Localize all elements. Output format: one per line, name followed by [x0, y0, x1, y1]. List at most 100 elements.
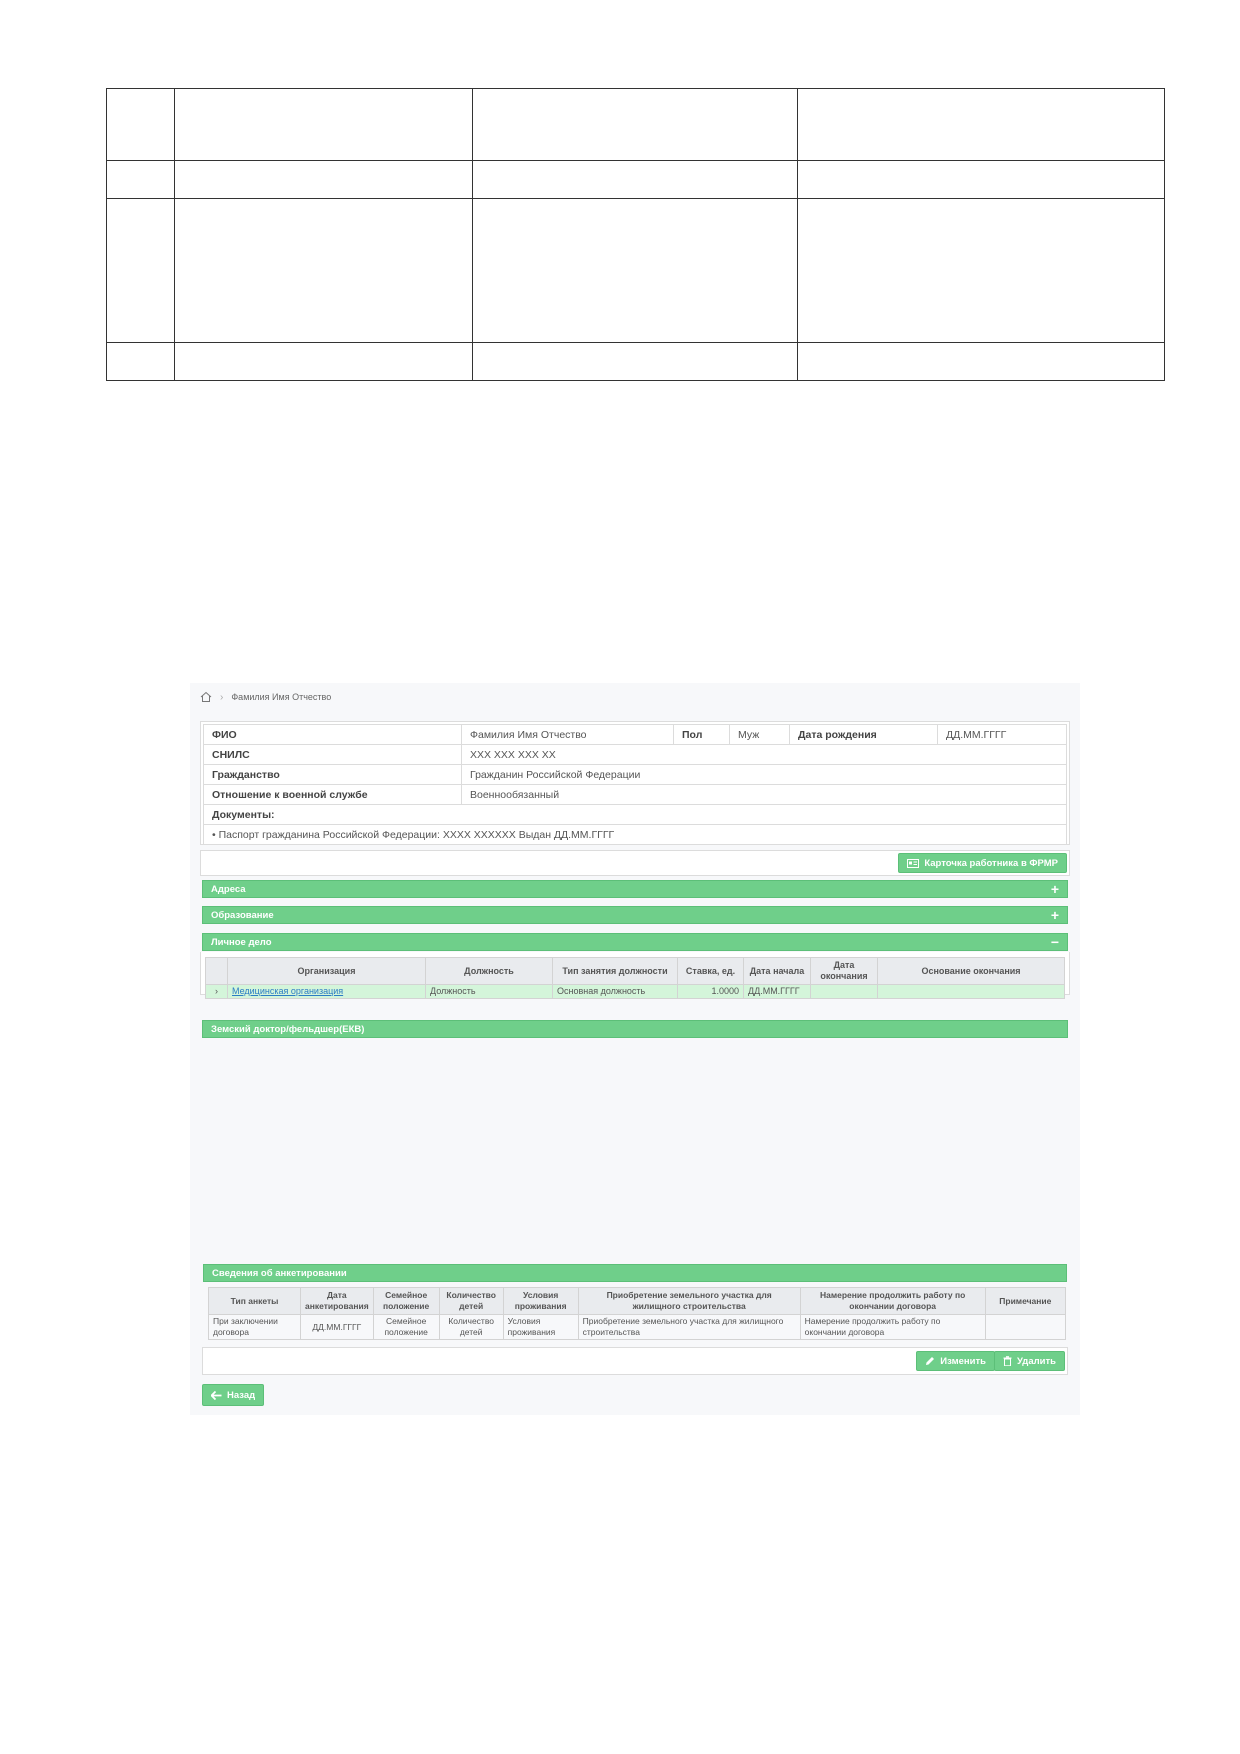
cell: Условия проживания — [502, 1314, 579, 1340]
trash-icon — [1003, 1356, 1012, 1366]
cell — [984, 1314, 1067, 1340]
table-row[interactable]: › Медицинская организация Должность Осно… — [205, 984, 1065, 999]
personal-file-panel: Организация Должность Тип занятия должно… — [200, 952, 1070, 999]
detail-label: Сумма договора — [203, 1220, 424, 1241]
snils-label: СНИЛС — [203, 744, 462, 765]
col-header: Ставка, ед. — [677, 957, 744, 985]
section-address[interactable]: Адреса + — [202, 880, 1068, 898]
cell: Намерение продолжить работу по окончании… — [799, 1314, 986, 1340]
pencil-icon — [926, 1357, 935, 1365]
fio-value: Фамилия Имя Отчество — [461, 724, 674, 745]
edit-button[interactable]: Изменить — [916, 1351, 995, 1371]
person-info-panel: ФИО Фамилия Имя Отчество Пол Муж Дата ро… — [200, 721, 1070, 845]
documents-label: Документы: — [203, 804, 1067, 825]
cell — [877, 984, 1065, 999]
sex-value: Муж — [729, 724, 790, 745]
col-header: Примечание — [984, 1287, 1067, 1315]
military-value: Военнообязанный — [461, 784, 1067, 805]
sex-label: Пол — [673, 724, 730, 745]
expand-col-header — [205, 957, 228, 985]
back-button[interactable]: Назад — [202, 1384, 265, 1406]
detail-row: Дата окончания действия договора ДД.ММ.ГГ… — [203, 1180, 1067, 1201]
back-label: Назад — [227, 1389, 256, 1401]
organization-link[interactable]: Медицинская организация — [232, 986, 343, 996]
expand-plus-icon[interactable]: + — [1051, 907, 1059, 924]
section-zemsky: Земский доктор/фельдшер(ЕКВ) — [202, 1020, 1068, 1038]
person-info-table: ФИО Фамилия Имя Отчество Пол Муж Дата ро… — [203, 724, 1067, 845]
cell: Количество детей — [438, 1314, 504, 1340]
citizenship-value: Гражданин Российской Федерации — [461, 764, 1067, 785]
section-education[interactable]: Образование + — [202, 906, 1068, 924]
section-education-title: Образование — [211, 910, 274, 921]
cell: Должность — [425, 984, 553, 999]
delete-button[interactable]: Удалить — [994, 1351, 1065, 1371]
cell: 1.0000 — [677, 984, 744, 999]
frmr-card-button[interactable]: Карточка работника в ФРМР — [898, 853, 1067, 873]
detail-row: Номер договора Номер договора — [203, 1100, 1067, 1121]
section-zemsky-title: Земский доктор/фельдшер(ЕКВ) — [211, 1024, 365, 1035]
edit-label: Изменить — [940, 1355, 986, 1367]
detail-value: Должность — [423, 1080, 1067, 1101]
detail-label: Организация — [203, 1040, 424, 1061]
detail-value: Договор заключен по решению суда — [423, 1200, 1067, 1221]
col-header: Должность — [425, 957, 553, 985]
fio-label: ФИО — [203, 724, 462, 745]
survey-panel: Тип анкеты Дата анкетирования Семейное п… — [208, 1287, 1067, 1340]
col-header: Условия проживания — [502, 1287, 579, 1315]
cell: При заключении договора — [208, 1314, 301, 1340]
col-header: Количество детей — [438, 1287, 504, 1315]
chevron-right-icon: › — [220, 691, 224, 703]
home-icon[interactable] — [200, 691, 212, 703]
cell — [810, 984, 878, 999]
detail-row: Дата начала действия договора ДД.ММ.ГГГГ — [203, 1160, 1067, 1181]
birth-label: Дата рождения — [789, 724, 938, 745]
col-header: Дата анкетирования — [300, 1287, 374, 1315]
detail-label: Структурное подразделение — [203, 1060, 424, 1081]
birth-value: ДД.ММ.ГГГГ — [937, 724, 1067, 745]
cell-organization[interactable]: Медицинская организация — [227, 984, 426, 999]
col-header: Организация — [227, 957, 426, 985]
detail-label: Дата окончания действия договора — [203, 1180, 424, 1201]
delete-label: Удалить — [1017, 1355, 1056, 1367]
arrow-left-icon — [211, 1390, 222, 1400]
detail-label: Статус договора — [203, 1120, 424, 1141]
detail-value: Номер договора — [423, 1100, 1067, 1121]
military-label: Отношение к военной службе — [203, 784, 462, 805]
detail-label: Дата начисления суммы — [203, 1240, 424, 1261]
app-screenshot: › Фамилия Имя Отчество ФИО Фамилия Имя О… — [190, 683, 1080, 1415]
detail-value: Сумма договора — [423, 1220, 1067, 1241]
section-survey: Сведения об анкетировании — [203, 1264, 1067, 1282]
detail-row: Статус договора Статус договора — [203, 1120, 1067, 1141]
cell: ДД.ММ.ГГГГ — [743, 984, 811, 999]
row-expand-icon[interactable]: › — [205, 984, 228, 999]
expand-plus-icon[interactable]: + — [1051, 881, 1059, 898]
table-row[interactable]: При заключении договора ДД.ММ.ГГГГ Семей… — [208, 1314, 1067, 1340]
col-header: Основание окончания — [877, 957, 1065, 985]
detail-row: Дата начисления суммы ДД.ММ.ГГГГ — [203, 1240, 1067, 1261]
section-personal[interactable]: Личное дело − — [202, 933, 1068, 951]
col-header: Семейное положение — [372, 1287, 440, 1315]
section-address-title: Адреса — [211, 884, 246, 895]
detail-value: Медицинская организация — [423, 1040, 1067, 1061]
frmr-card-label: Карточка работника в ФРМР — [924, 857, 1058, 869]
col-header: Дата окончания — [810, 957, 878, 985]
col-header: Тип занятия должности — [552, 957, 678, 985]
section-survey-title: Сведения об анкетировании — [212, 1268, 347, 1279]
collapse-minus-icon[interactable]: − — [1051, 934, 1059, 951]
col-header: Дата начала — [743, 957, 811, 985]
detail-label: Номер договора — [203, 1100, 424, 1121]
action-button-bar: Изменить Удалить — [202, 1347, 1068, 1375]
detail-label: Дата заключения договора — [203, 1140, 424, 1161]
cell: Семейное положение — [372, 1314, 440, 1340]
detail-value: ДД.ММ.ГГГГ — [423, 1240, 1067, 1261]
detail-value: ДД.ММ.ГГГГ — [423, 1160, 1067, 1181]
detail-label: Договор заключен по решению суда — [203, 1200, 424, 1221]
document-item: • Паспорт гражданина Российской Федераци… — [203, 824, 1067, 845]
zemsky-details-table: Организация Медицинская организация Структ… — [203, 1040, 1067, 1261]
cell: Приобретение земельного участка для жили… — [577, 1314, 801, 1340]
detail-row: Структурное подразделение Структурное под… — [203, 1060, 1067, 1081]
detail-row: Должность Должность — [203, 1080, 1067, 1101]
detail-row: Дата заключения договора ДД.ММ.ГГГГ — [203, 1140, 1067, 1161]
detail-label: Должность — [203, 1080, 424, 1101]
id-card-icon — [907, 858, 920, 868]
